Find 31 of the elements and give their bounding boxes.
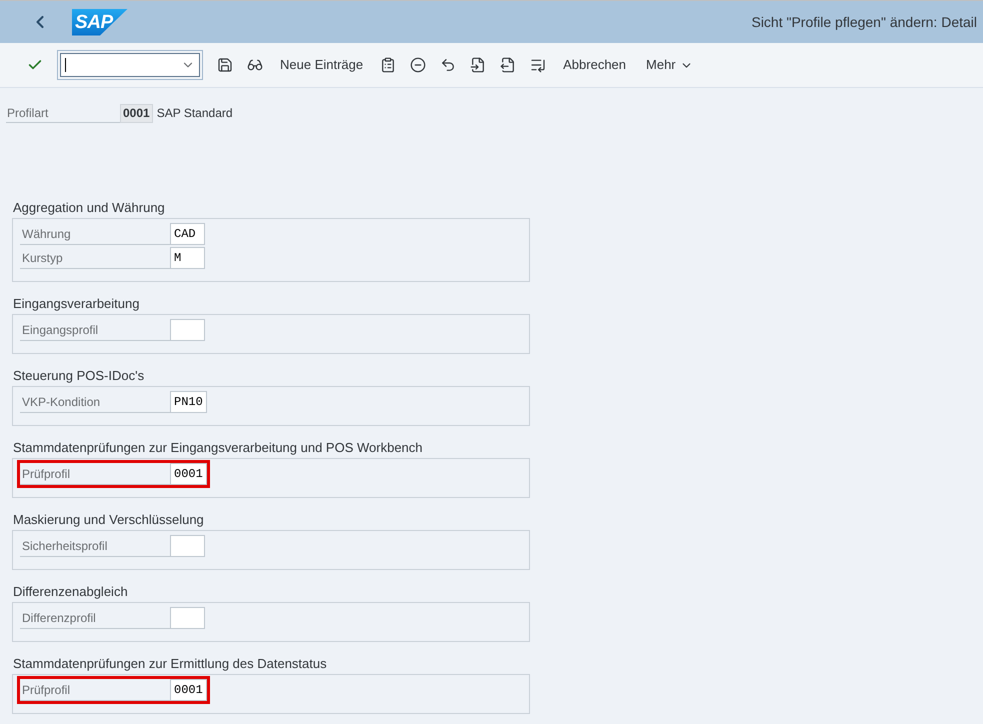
more-menu-button[interactable]: Mehr [638, 52, 701, 78]
input-field[interactable] [170, 535, 205, 557]
clipboard-icon [380, 57, 396, 73]
input-field[interactable] [170, 319, 205, 341]
profile-description: SAP Standard [156, 105, 233, 122]
logo: SAP [72, 8, 128, 36]
section-title: Maskierung und Verschlüsselung [12, 511, 205, 529]
section-title: Steuerung POS-IDoc's [12, 367, 146, 385]
input-field[interactable]: CAD [170, 223, 205, 245]
input-field[interactable]: 0001 [170, 463, 207, 485]
save-icon [217, 57, 233, 73]
page-left-icon [470, 57, 486, 73]
input-field[interactable]: 0001 [170, 679, 207, 701]
section-title: Eingangsverarbeitung [12, 295, 140, 313]
section-title: Stammdatenprüfungen zur Ermittlung des Datenstatus [12, 655, 328, 673]
profile-type-value: 0001 [120, 104, 153, 123]
undo-icon [440, 57, 456, 73]
input-field[interactable] [170, 607, 205, 629]
window-title: Sicht "Profile pflegen" ändern: Detail [751, 12, 977, 32]
input-field[interactable]: M [170, 247, 205, 269]
section-title: Differenzenabgleich [12, 583, 129, 601]
section-title: Stammdatenprüfungen zur Eingangsverarbeitung und POS Workbench [12, 439, 424, 457]
glasses-icon [247, 57, 263, 73]
toolbar-button[interactable]: Neue Einträge [272, 52, 372, 78]
command-field[interactable] [60, 53, 200, 77]
minus-circle-icon [410, 57, 426, 73]
toolbar-button[interactable]: Abbrechen [555, 52, 634, 78]
page-right-icon [500, 57, 516, 73]
section-title: Aggregation und Währung [12, 199, 166, 217]
indent-icon [530, 57, 546, 73]
input-field[interactable]: PN10 [170, 391, 207, 413]
